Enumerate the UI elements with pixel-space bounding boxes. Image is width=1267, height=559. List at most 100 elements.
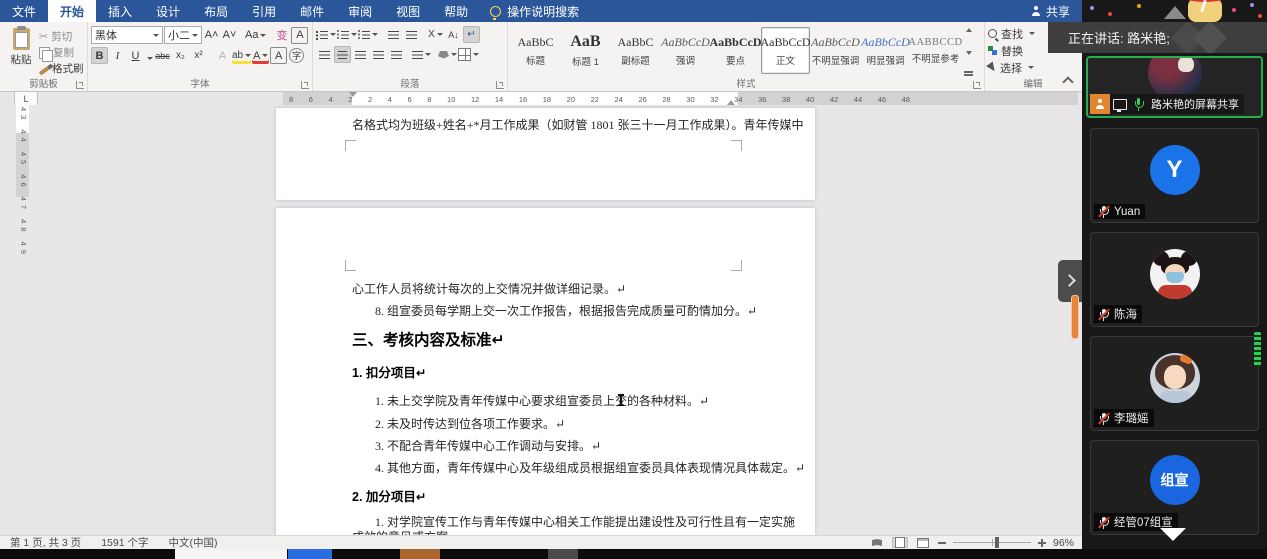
zoom-level[interactable]: 96% bbox=[1053, 537, 1074, 549]
document-text-line: 1. 未上交学院及青年传媒中心要求组宣委员上交的各种材料。↵ bbox=[375, 394, 710, 408]
word-window: 文件 开始 插入 设计 布局 引用 邮件 审阅 视图 帮助 操作说明搜索 共享 … bbox=[0, 0, 1082, 549]
zoom-slider-thumb[interactable] bbox=[994, 537, 999, 548]
phonetic-guide-button[interactable]: 变 bbox=[273, 27, 290, 44]
tab-review[interactable]: 审阅 bbox=[336, 0, 384, 22]
align-right-button[interactable] bbox=[352, 46, 369, 63]
subscript-button[interactable]: x₂ bbox=[172, 47, 189, 64]
avatar bbox=[1149, 353, 1200, 403]
zoom-out-button[interactable] bbox=[937, 541, 946, 544]
borders-button[interactable] bbox=[458, 46, 479, 63]
change-case-button[interactable]: Aa bbox=[245, 27, 267, 44]
font-color-button[interactable]: A bbox=[252, 47, 269, 64]
enclose-characters-button[interactable]: 字 bbox=[288, 47, 305, 64]
word-count[interactable]: 1591 个字 bbox=[101, 535, 148, 550]
style-chip-normal[interactable]: AaBbCcD 正文 bbox=[761, 27, 811, 74]
indent-icon bbox=[406, 30, 417, 40]
tab-mailings[interactable]: 邮件 bbox=[288, 0, 336, 22]
zoom-in-button[interactable] bbox=[1037, 538, 1046, 547]
document-text-line: 成效的意见或方案 bbox=[352, 528, 448, 535]
multilevel-list-button[interactable] bbox=[358, 26, 378, 43]
scroll-down-indicator[interactable] bbox=[1160, 528, 1186, 541]
tab-help[interactable]: 帮助 bbox=[432, 0, 480, 22]
video-tile-participant[interactable]: 陈海 bbox=[1090, 232, 1259, 327]
styles-scroll-down-button[interactable] bbox=[965, 51, 972, 55]
style-chip-emphasis[interactable]: AaBbCcD 强调 bbox=[661, 27, 710, 74]
zoom-slider[interactable] bbox=[952, 537, 1031, 548]
line-spacing-button[interactable] bbox=[412, 46, 431, 63]
underline-button[interactable]: U bbox=[127, 47, 144, 64]
video-tile-participant[interactable]: 组宣 经管07组宣 bbox=[1090, 440, 1259, 535]
document-page-1[interactable]: 名格式均为班级+姓名+*月工作成果（如财管 1801 张三十一月工作成果）。青年… bbox=[276, 108, 815, 200]
distribute-button[interactable] bbox=[388, 46, 405, 63]
copy-button[interactable]: 复制 bbox=[39, 45, 84, 62]
italic-button[interactable]: I bbox=[109, 47, 126, 64]
text-highlight-button[interactable]: ab bbox=[232, 47, 252, 64]
style-chip-subtle-emphasis[interactable]: AaBbCcD 不明显强调 bbox=[811, 27, 860, 74]
tab-design[interactable]: 设计 bbox=[144, 0, 192, 22]
tab-view[interactable]: 视图 bbox=[384, 0, 432, 22]
increase-indent-button[interactable] bbox=[403, 26, 420, 43]
superscript-button[interactable]: x² bbox=[190, 47, 207, 64]
style-chip-strong[interactable]: AaBbCcD 要点 bbox=[709, 27, 762, 74]
font-dialog-launcher[interactable] bbox=[301, 81, 309, 89]
align-left-button[interactable] bbox=[316, 46, 333, 63]
tell-me-search[interactable]: 操作说明搜索 bbox=[480, 0, 589, 22]
language-indicator[interactable]: 中文(中国) bbox=[168, 535, 217, 550]
styles-scroll-up-button[interactable] bbox=[965, 28, 972, 32]
cut-button[interactable]: ✂ 剪切 bbox=[39, 29, 84, 44]
paragraph-dialog-launcher[interactable] bbox=[496, 81, 504, 89]
align-center-button[interactable] bbox=[334, 46, 351, 63]
person-icon bbox=[1095, 99, 1105, 109]
numbering-button[interactable] bbox=[337, 26, 357, 43]
shading-button[interactable] bbox=[438, 46, 457, 63]
paste-button[interactable]: 粘贴 bbox=[3, 26, 39, 78]
decrease-indent-button[interactable] bbox=[385, 26, 402, 43]
tab-file[interactable]: 文件 bbox=[0, 0, 48, 22]
tab-home[interactable]: 开始 bbox=[48, 0, 97, 22]
asian-layout-button[interactable]: X bbox=[427, 26, 444, 43]
vertical-ruler[interactable]: 43 44 45 46 47 48 49 bbox=[16, 105, 29, 258]
video-tile-screen-share[interactable]: 路米艳的屏幕共享 bbox=[1086, 56, 1263, 118]
style-chip-title[interactable]: AaBbC 标题 bbox=[511, 27, 560, 74]
strikethrough-button[interactable]: abc bbox=[154, 47, 171, 64]
read-mode-button[interactable] bbox=[869, 537, 885, 548]
bold-button[interactable]: B bbox=[91, 47, 108, 64]
video-tile-participant[interactable]: Y Yuan bbox=[1090, 128, 1259, 223]
style-chip-heading1[interactable]: AaB 标题 1 bbox=[561, 27, 610, 74]
font-size-select[interactable]: 小二 bbox=[164, 26, 202, 44]
tab-references[interactable]: 引用 bbox=[240, 0, 288, 22]
character-shading-button[interactable]: A bbox=[270, 47, 287, 64]
styles-dialog-launcher[interactable] bbox=[973, 81, 981, 89]
chevron-down-icon bbox=[245, 54, 252, 57]
format-painter-button[interactable]: 格式刷 bbox=[38, 61, 84, 76]
show-hide-marks-button[interactable]: ↵ bbox=[463, 26, 480, 43]
tab-layout[interactable]: 布局 bbox=[192, 0, 240, 22]
vertical-scrollbar-thumb[interactable] bbox=[1071, 295, 1079, 339]
style-sample: AaBbCcD bbox=[709, 34, 762, 49]
bullets-button[interactable] bbox=[316, 26, 336, 43]
print-layout-button[interactable] bbox=[891, 537, 908, 548]
style-label: 标题 bbox=[525, 55, 545, 67]
clipboard-dialog-launcher[interactable] bbox=[76, 81, 84, 89]
collapse-ribbon-button[interactable] bbox=[1062, 76, 1074, 84]
video-tile-participant[interactable]: 李璐媱 bbox=[1090, 336, 1259, 431]
horizontal-ruler[interactable]: L 8 6 4 2 2 4 6 8 10 12 14 16 18 20 22 2… bbox=[0, 91, 1082, 107]
justify-button[interactable] bbox=[370, 46, 387, 63]
style-chip-intense-emphasis[interactable]: AaBbCcD 明显强调 bbox=[861, 27, 910, 74]
font-name-select[interactable]: 黑体 bbox=[91, 26, 163, 44]
shrink-font-button[interactable]: A˅ bbox=[221, 27, 238, 44]
style-chip-subtle-reference[interactable]: AABBCCD 不明显参考 bbox=[908, 27, 963, 74]
select-button[interactable]: 选择 bbox=[986, 60, 1078, 75]
web-layout-button[interactable] bbox=[915, 537, 931, 548]
style-sample: AABBCCD bbox=[908, 36, 963, 48]
tab-insert[interactable]: 插入 bbox=[96, 0, 144, 22]
style-chip-subtitle[interactable]: AaBbC 副标题 bbox=[611, 27, 660, 74]
grow-font-button[interactable]: A˄ bbox=[203, 27, 220, 44]
share-button[interactable]: 共享 bbox=[1019, 0, 1082, 22]
character-border-button[interactable]: A bbox=[291, 27, 308, 44]
clear-formatting-button[interactable]: A bbox=[214, 47, 231, 64]
document-page-2[interactable]: 心工作人员将统计每次的上交情况并做详细记录。↵ 8. 组宣委员每学期上交一次工作… bbox=[276, 208, 815, 535]
page-indicator[interactable]: 第 1 页, 共 3 页 bbox=[10, 535, 81, 550]
first-line-indent-marker[interactable] bbox=[349, 92, 357, 97]
sort-button[interactable]: A↓ bbox=[445, 26, 462, 43]
